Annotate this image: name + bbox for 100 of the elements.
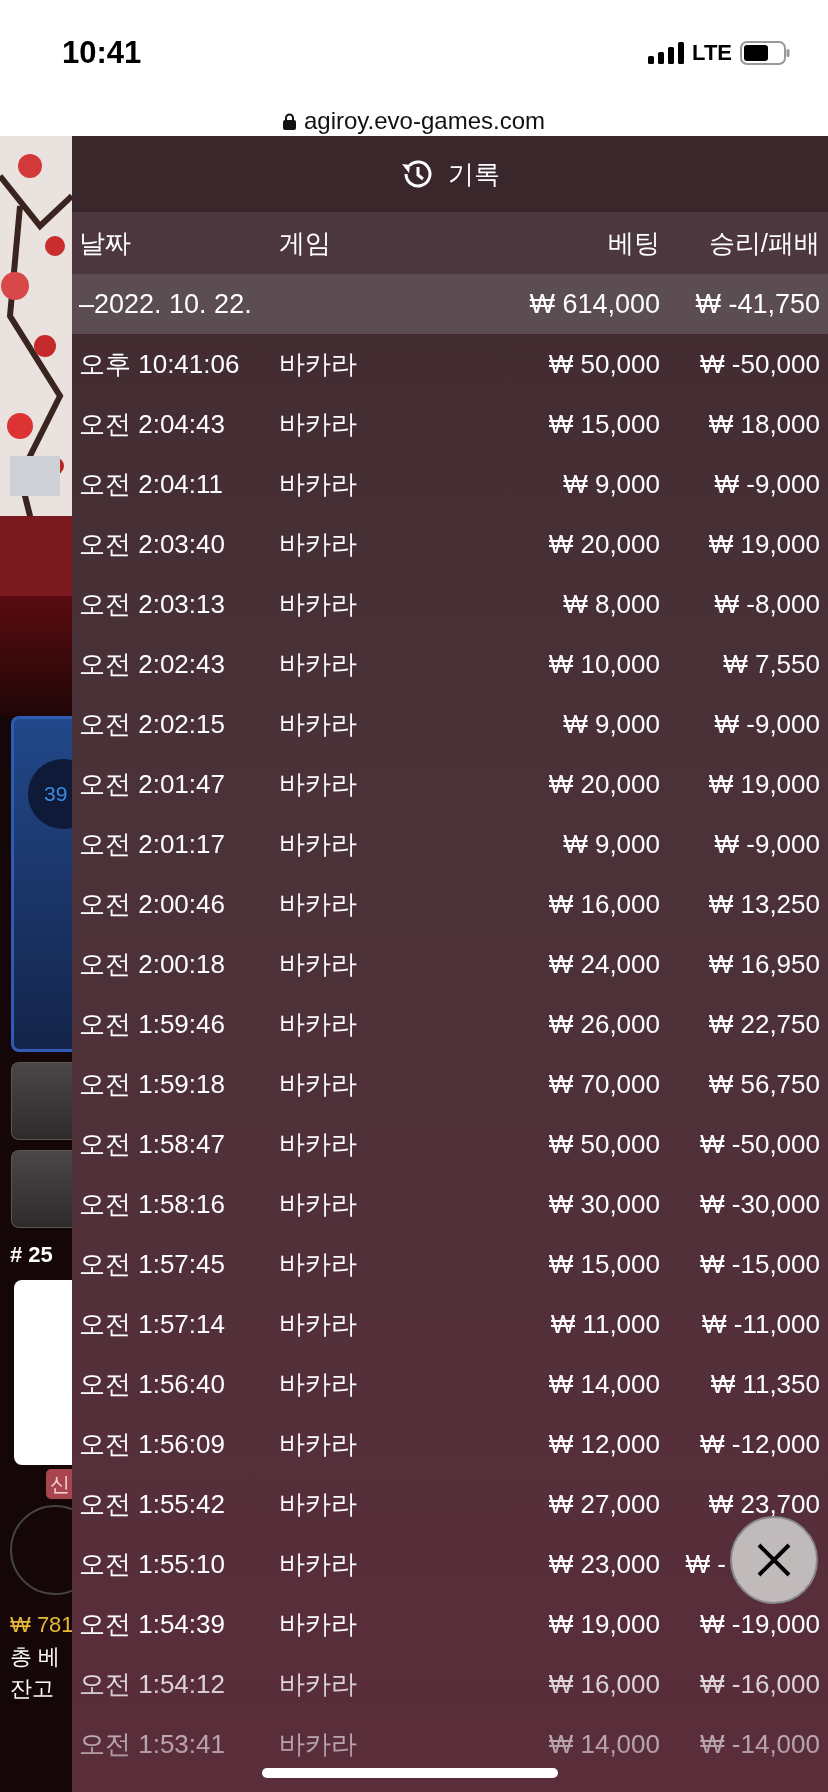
result-cell-text: ₩ -9,000 — [713, 468, 820, 500]
time-cell-text: 오전 2:02:15 — [79, 707, 226, 741]
progress-ring: 39 — [28, 759, 72, 829]
result-cell-text: ₩ -9,000 — [713, 708, 820, 740]
time-cell-text: 오전 2:01:47 — [79, 767, 226, 801]
game-cell-text: 바카라 — [279, 1487, 358, 1521]
bet-cell-text: ₩ 24,000 — [547, 948, 660, 980]
time-cell-text: 오전 1:56:09 — [79, 1427, 226, 1461]
time-cell-text: 오전 1:58:16 — [79, 1187, 226, 1221]
time-cell-text: 오전 2:03:40 — [79, 527, 226, 561]
bet-cell-text: ₩ 9,000 — [562, 828, 660, 860]
game-cell-text: 바카라 — [279, 527, 358, 561]
game-cell-text: 바카라 — [279, 1367, 358, 1401]
result-cell-text: ₩ 7,550 — [722, 648, 820, 680]
time-cell-text: 오후 10:41:06 — [79, 347, 241, 381]
game-cell-text: 바카라 — [279, 1067, 358, 1101]
balance-amount: ₩ 781 — [10, 1611, 72, 1639]
bet-cell-text: ₩ 20,000 — [547, 528, 660, 560]
time-cell-text: 오전 2:03:13 — [79, 587, 226, 621]
result-cell-text: ₩ -12,000 — [699, 1428, 820, 1460]
result-cell-text: ₩ -11,000 — [701, 1308, 820, 1340]
date-group[interactable]: –2022. 10. 22. — [79, 288, 279, 320]
round-number: # 25 — [10, 1242, 54, 1268]
time-cell-text: 오전 2:01:17 — [79, 827, 226, 861]
game-cell-text: 바카라 — [279, 1607, 358, 1641]
game-cell-text: 바카라 — [279, 1547, 358, 1581]
result-cell-text: ₩ -50,000 — [699, 1128, 820, 1160]
time-cell-text: 오전 1:54:39 — [79, 1607, 226, 1641]
game-cell-text: 바카라 — [279, 947, 358, 981]
game-cell-text: 바카라 — [279, 1427, 358, 1461]
game-cell-text: 바카라 — [279, 347, 358, 381]
bet-cell-text: ₩ 23,000 — [547, 1548, 660, 1580]
game-cell-text: 바카라 — [279, 1247, 358, 1281]
game-cell-text: 바카라 — [279, 767, 358, 801]
time-cell-text: 오전 1:55:42 — [79, 1487, 226, 1521]
result-cell-text: ₩ -8,000 — [713, 588, 820, 620]
bet-cell-text: ₩ 11,000 — [549, 1308, 660, 1340]
bet-cell-text: ₩ 20,000 — [547, 768, 660, 800]
time-cell-text: 오전 1:59:18 — [79, 1067, 226, 1101]
result-cell-text: ₩ 19,000 — [707, 768, 820, 800]
result-cell-text: ₩ -50,000 — [699, 348, 820, 380]
bet-cell-text: ₩ 10,000 — [547, 648, 660, 680]
time-cell-text: 오전 1:58:47 — [79, 1127, 226, 1161]
game-cell-text: 바카라 — [279, 827, 358, 861]
url-text: agiroy.evo-games.com — [304, 107, 545, 135]
result-cell-text: ₩ 23,700 — [707, 1488, 820, 1520]
bet-total: ₩ 614,000 — [528, 288, 660, 320]
result-cell-text: ₩ 22,750 — [707, 1008, 820, 1040]
time-cell-text: 오전 2:02:43 — [79, 647, 226, 681]
bet-cell-text: ₩ 30,000 — [547, 1188, 660, 1220]
time-cell-text: 오전 1:55:10 — [79, 1547, 226, 1581]
column-header: 게임 — [279, 226, 332, 260]
bet-cell-text: ₩ 15,000 — [547, 408, 660, 440]
result-cell-text: ₩ 16,950 — [707, 948, 820, 980]
time-cell-text: 오전 1:56:40 — [79, 1367, 226, 1401]
column-header: 베팅 — [607, 226, 660, 260]
column-header: 승리/패배 — [707, 226, 820, 260]
column-header: 날짜 — [79, 226, 132, 260]
game-cell-text: 바카라 — [279, 1727, 358, 1761]
time-cell-text: 오전 1:53:41 — [79, 1727, 226, 1761]
total-bet-label: 총 베 — [10, 1643, 62, 1671]
bet-cell-text: ₩ 9,000 — [562, 708, 660, 740]
result-cell-text: ₩ -30,000 — [699, 1188, 820, 1220]
bet-cell-text: ₩ 26,000 — [547, 1008, 660, 1040]
result-cell: ₩ - — [685, 1548, 726, 1580]
game-cell-text: 바카라 — [279, 1127, 358, 1161]
panel-title: 기록 — [448, 157, 500, 191]
game-cell-text: 바카라 — [279, 407, 358, 441]
time-cell-text: 오전 1:57:45 — [79, 1247, 226, 1281]
network-label: LTE — [692, 40, 732, 66]
game-cell-text: 바카라 — [279, 1187, 358, 1221]
bet-cell-text: ₩ 70,000 — [547, 1068, 660, 1100]
result-cell-text: ₩ 56,750 — [707, 1068, 820, 1100]
new-badge: 신 — [46, 1469, 72, 1499]
bet-cell-text: ₩ 19,000 — [547, 1608, 660, 1640]
bet-cell-text: ₩ 27,000 — [547, 1488, 660, 1520]
result-cell-text: ₩ 11,350 — [709, 1368, 820, 1400]
game-cell-text: 바카라 — [279, 647, 358, 681]
time-cell-text: 오전 1:59:46 — [79, 1007, 226, 1041]
balance-label: 잔고 — [10, 1675, 55, 1703]
result-cell-text: ₩ -15,000 — [699, 1248, 820, 1280]
time-cell-text: 오전 2:04:43 — [79, 407, 226, 441]
time-cell-text: 오전 1:54:12 — [79, 1667, 226, 1701]
result-cell-text: ₩ -14,000 — [699, 1728, 820, 1760]
time-cell-text: 오전 2:04:11 — [79, 467, 225, 501]
time-cell-text: 오전 2:00:18 — [79, 947, 226, 981]
bet-cell-text: ₩ 50,000 — [547, 1128, 660, 1160]
bet-cell-text: ₩ 12,000 — [547, 1428, 660, 1460]
result-total: ₩ -41,750 — [694, 288, 820, 320]
game-cell-text: 바카라 — [279, 1007, 358, 1041]
bet-cell-text: ₩ 9,000 — [562, 468, 660, 500]
time-cell-text: 오전 1:57:14 — [79, 1307, 226, 1341]
game-cell-text: 바카라 — [279, 467, 358, 501]
bet-cell-text: ₩ 16,000 — [547, 888, 660, 920]
bet-cell-text: ₩ 15,000 — [547, 1248, 660, 1280]
game-cell-text: 바카라 — [279, 587, 358, 621]
game-cell-text: 바카라 — [279, 1667, 358, 1701]
bet-cell-text: ₩ 50,000 — [547, 348, 660, 380]
game-cell-text: 바카라 — [279, 887, 358, 921]
result-cell-text: ₩ -9,000 — [713, 828, 820, 860]
